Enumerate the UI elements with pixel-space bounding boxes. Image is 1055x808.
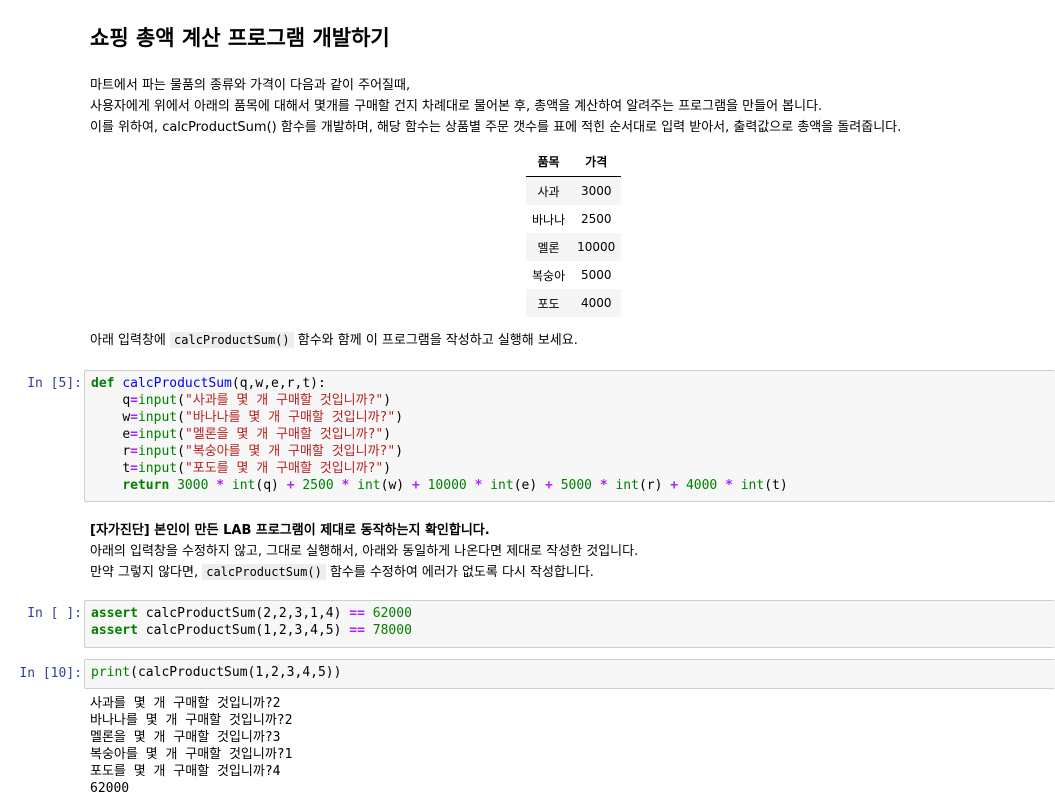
table-header: 가격 bbox=[571, 149, 622, 177]
code-var: q bbox=[122, 393, 131, 408]
intro-line: 이를 위하여, calcProductSum() 함수를 개발하며, 해당 함수… bbox=[90, 120, 902, 135]
instruction-after: 함수와 함께 이 프로그램을 작성하고 실행해 보세요. bbox=[293, 333, 578, 348]
keyword: assert bbox=[91, 623, 138, 638]
inline-code: calcProductSum() bbox=[202, 564, 326, 580]
code-editor[interactable]: print(calcProductSum(1,2,3,4,5)) bbox=[85, 660, 1055, 685]
string-literal: "바나나를 몇 개 구매할 것입니까?" bbox=[184, 410, 396, 425]
table-cell: 2500 bbox=[580, 212, 612, 226]
code-cell-assert[interactable]: assert calcProductSum(2,2,3,1,4) == 6200… bbox=[84, 600, 1055, 648]
table-row: 포도 4000 bbox=[526, 289, 622, 317]
operator: == bbox=[349, 623, 365, 638]
params: (q,w,e,r,t): bbox=[231, 376, 326, 391]
cell-output: 사과를 몇 개 구매할 것입니까?2 바나나를 몇 개 구매할 것입니까?2 멜론을… bbox=[90, 695, 292, 797]
builtin: input bbox=[137, 444, 178, 459]
code-editor[interactable]: def calcProductSum(q,w,e,r,t): q=input("… bbox=[85, 371, 1055, 498]
output-line: 62000 bbox=[90, 781, 130, 796]
code-var: r bbox=[646, 478, 655, 493]
builtin: input bbox=[137, 461, 178, 476]
keyword: assert bbox=[91, 606, 138, 621]
code-call: calcProductSum(2,2,3,1,4) bbox=[137, 606, 350, 621]
selfcheck-heading: [자가진단] 본인이 만든 LAB 프로그램이 제대로 동작하는지 확인합니다. bbox=[90, 523, 490, 538]
table-row: 복숭아 5000 bbox=[526, 261, 621, 289]
number: 5000 bbox=[560, 478, 592, 493]
table-row: 사과 3000 bbox=[526, 176, 622, 205]
intro-line: 마트에서 파는 물품의 종류와 가격이 다음과 같이 주어질때, bbox=[90, 78, 411, 93]
output-line: 바나나를 몇 개 구매할 것입니까?2 bbox=[90, 713, 293, 728]
code-var: q bbox=[263, 478, 272, 493]
price-table: 품목 가격 사과 3000 바나나 2500 멜론 10000 복숭아 5000… bbox=[526, 149, 622, 317]
output-line: 복숭아를 몇 개 구매할 것입니까?1 bbox=[90, 747, 293, 762]
notebook-title: 쇼핑 총액 계산 프로그램 개발하기 bbox=[90, 26, 390, 50]
number: 2500 bbox=[302, 478, 334, 493]
keyword: return bbox=[122, 478, 170, 493]
selfcheck-line: 만약 그렇지 않다면, calcProductSum() 함수를 수정하여 에러… bbox=[90, 562, 638, 583]
selfcheck-before: 만약 그렇지 않다면, bbox=[90, 565, 203, 580]
number: 4000 bbox=[685, 478, 718, 493]
table-cell: 바나나 bbox=[532, 212, 566, 227]
code-editor[interactable]: assert calcProductSum(2,2,3,1,4) == 6200… bbox=[85, 601, 1055, 643]
output-line: 사과를 몇 개 구매할 것입니까?2 bbox=[90, 696, 281, 711]
selfcheck-text: [자가진단] 본인이 만든 LAB 프로그램이 제대로 동작하는지 확인합니다.… bbox=[90, 520, 638, 583]
code-call: (calcProductSum(1,2,3,4,5)) bbox=[130, 665, 342, 680]
string-literal: "멜론을 몇 개 구매할 것입니까?" bbox=[184, 427, 384, 442]
table-cell: 복숭아 bbox=[532, 268, 566, 283]
builtin: input bbox=[137, 393, 178, 408]
table-row: 바나나 2500 bbox=[526, 205, 621, 233]
table-row: 멜론 10000 bbox=[526, 233, 622, 261]
code-var: t bbox=[772, 478, 780, 493]
builtin: input bbox=[137, 427, 178, 442]
number: 10000 bbox=[427, 478, 467, 493]
code-var: e bbox=[122, 427, 131, 442]
table-cell: 3000 bbox=[571, 176, 622, 205]
builtin: print bbox=[91, 665, 131, 680]
builtin: int bbox=[231, 478, 256, 493]
table-cell: 사과 bbox=[526, 176, 572, 205]
builtin: int bbox=[357, 478, 381, 493]
selfcheck-line: 아래의 입력창을 수정하지 않고, 그대로 실행해서, 아래와 동일하게 나온다… bbox=[90, 544, 639, 559]
string-literal: "포도를 몇 개 구매할 것입니까?" bbox=[184, 461, 384, 476]
intro-paragraph: 마트에서 파는 물품의 종류와 가격이 다음과 같이 주어질때, 사용자에게 위… bbox=[90, 75, 901, 138]
code-cell-print[interactable]: print(calcProductSum(1,2,3,4,5)) bbox=[84, 659, 1055, 689]
code-var: w bbox=[388, 478, 397, 493]
operator: == bbox=[349, 606, 365, 621]
builtin: int bbox=[740, 478, 765, 493]
table-cell: 4000 bbox=[571, 289, 622, 317]
instruction-text: 아래 입력창에 calcProductSum() 함수와 함께 이 프로그램을 … bbox=[90, 331, 578, 350]
string-literal: "사과를 몇 개 구매할 것입니까?" bbox=[184, 393, 384, 408]
cell-prompt: In [5]: bbox=[27, 376, 82, 391]
builtin: int bbox=[490, 478, 514, 493]
builtin: int bbox=[615, 478, 639, 493]
table-cell: 5000 bbox=[580, 268, 612, 282]
cell-prompt: In [ ]: bbox=[27, 606, 82, 621]
code-var: t bbox=[122, 461, 131, 476]
intro-line: 사용자에게 위에서 아래의 품목에 대해서 몇개를 구매할 건지 차례대로 물어… bbox=[90, 99, 823, 114]
cell-prompt: In [10]: bbox=[19, 666, 82, 681]
code-cell-definition[interactable]: def calcProductSum(q,w,e,r,t): q=input("… bbox=[84, 370, 1055, 502]
number: 62000 bbox=[364, 606, 412, 621]
table-header: 품목 bbox=[526, 149, 572, 177]
table-cell: 멜론 bbox=[526, 233, 572, 261]
code-var: w bbox=[122, 410, 131, 425]
keyword: def bbox=[91, 376, 115, 391]
instruction-before: 아래 입력창에 bbox=[90, 333, 171, 348]
code-var: e bbox=[521, 478, 530, 493]
output-line: 멜론을 몇 개 구매할 것입니까?3 bbox=[90, 730, 281, 745]
number: 3000 bbox=[177, 478, 209, 493]
builtin: input bbox=[137, 410, 178, 425]
table-cell: 10000 bbox=[571, 233, 622, 261]
inline-code: calcProductSum() bbox=[170, 332, 294, 348]
selfcheck-after: 함수를 수정하여 에러가 없도록 다시 작성합니다. bbox=[325, 565, 594, 580]
table-cell: 포도 bbox=[526, 289, 572, 317]
code-var: r bbox=[122, 444, 131, 459]
output-line: 포도를 몇 개 구매할 것입니까?4 bbox=[90, 764, 281, 779]
string-literal: "복숭아를 몇 개 구매할 것입니까?" bbox=[184, 444, 396, 459]
number: 78000 bbox=[364, 623, 412, 638]
code-call: calcProductSum(1,2,3,4,5) bbox=[137, 623, 350, 638]
function-name: calcProductSum bbox=[122, 376, 232, 391]
